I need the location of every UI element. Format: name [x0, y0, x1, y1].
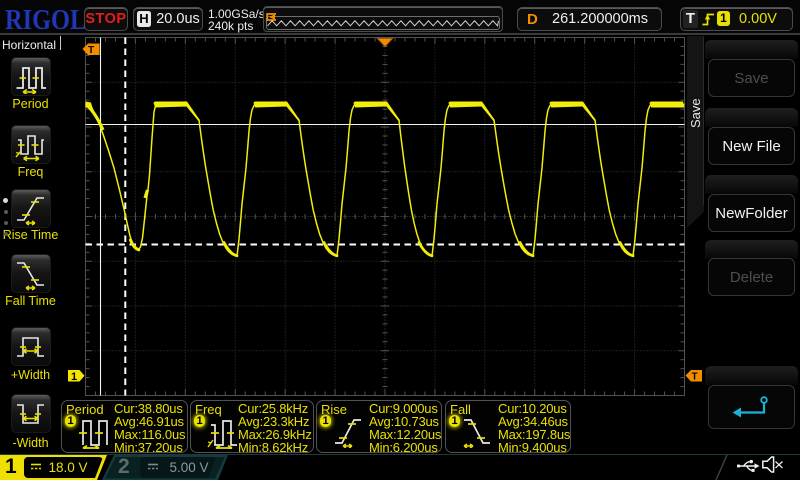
svg-text:T: T — [88, 45, 94, 56]
svg-text:1: 1 — [71, 371, 77, 383]
svg-text:T: T — [691, 372, 697, 383]
